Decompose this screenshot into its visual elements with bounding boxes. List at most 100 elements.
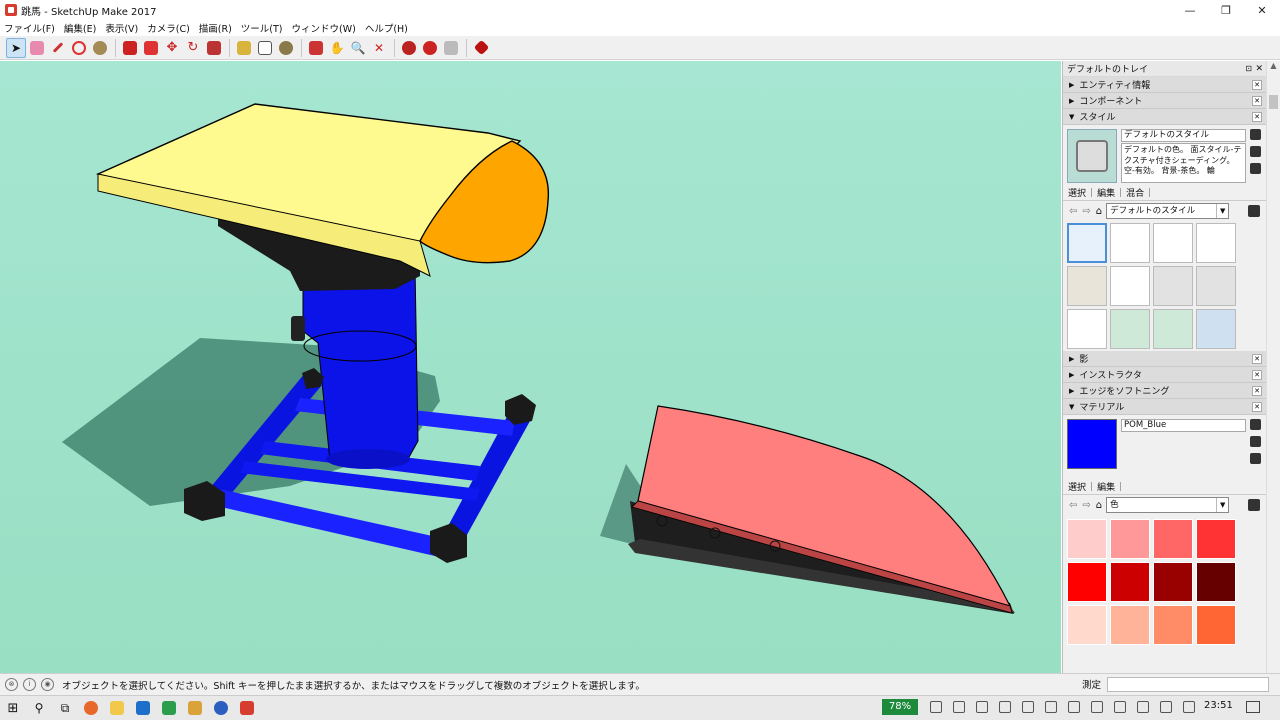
menu-view[interactable]: 表示(V) (105, 21, 138, 35)
section-close-icon[interactable]: ✕ (1252, 402, 1262, 412)
section-close-icon[interactable]: ✕ (1252, 386, 1262, 396)
style-thumb-item[interactable] (1153, 223, 1193, 263)
text-tool-button[interactable] (255, 38, 275, 58)
color-swatch[interactable] (1067, 605, 1107, 645)
section-close-icon[interactable]: ✕ (1252, 354, 1262, 364)
menu-help[interactable]: ヘルプ(H) (365, 21, 408, 35)
create-material-icon[interactable] (1249, 419, 1261, 430)
rotate-tool-button[interactable]: ↻ (183, 38, 203, 58)
display-icon[interactable] (1091, 701, 1103, 713)
share-model-button[interactable] (441, 38, 461, 58)
style-thumb-item[interactable] (1153, 309, 1193, 349)
scale-tool-button[interactable] (204, 38, 224, 58)
tab-select[interactable]: 選択 (1068, 480, 1086, 493)
material-cube-icon[interactable] (1249, 436, 1261, 447)
select-tool-button[interactable]: ➤ (6, 37, 26, 58)
pan-tool-button[interactable]: ✋ (327, 38, 347, 58)
color-swatch[interactable] (1110, 519, 1150, 559)
update-style-icon[interactable] (1249, 129, 1261, 140)
style-description-field[interactable]: デフォルトの色。 面スタイル-テクスチャ付きシェーディング。 空-有効。 背景-… (1121, 143, 1246, 183)
color-swatch[interactable] (1153, 605, 1193, 645)
app-button[interactable] (156, 696, 182, 720)
geo-location-icon[interactable]: ⊗ (5, 678, 18, 691)
zoom-tool-button[interactable]: 🔍 (348, 38, 368, 58)
sketchup-taskbar-button[interactable] (234, 696, 260, 720)
push-pull-tool-button[interactable] (120, 38, 140, 58)
app-button[interactable] (182, 696, 208, 720)
tray-scrollbar[interactable]: ▲ (1266, 61, 1280, 673)
start-button[interactable]: ⊞ (0, 696, 26, 720)
color-swatch[interactable] (1153, 562, 1193, 602)
follow-me-tool-button[interactable] (141, 38, 161, 58)
window-icon[interactable] (999, 701, 1011, 713)
section-close-icon[interactable]: ✕ (1252, 96, 1262, 106)
menu-camera[interactable]: カメラ(C) (147, 21, 190, 35)
tape-measure-tool-button[interactable] (234, 38, 254, 58)
style-thumb-item[interactable] (1067, 266, 1107, 306)
section-close-icon[interactable]: ✕ (1252, 80, 1262, 90)
pen-icon[interactable] (1160, 701, 1172, 713)
section-soften-edges[interactable]: ▶ エッジをソフトニング ✕ (1063, 383, 1266, 399)
notification-icon[interactable] (1246, 701, 1260, 713)
section-close-icon[interactable]: ✕ (1252, 112, 1262, 122)
credits-icon[interactable]: i (23, 678, 36, 691)
style-thumbnail[interactable] (1067, 129, 1117, 183)
style-thumb-item[interactable] (1153, 266, 1193, 306)
pencil-tool-button[interactable] (48, 38, 68, 58)
home-icon[interactable]: ⌂ (1096, 500, 1102, 511)
style-thumb-item[interactable] (1196, 223, 1236, 263)
tab-edit[interactable]: 編集 (1097, 480, 1115, 493)
style-library-select[interactable]: デフォルトのスタイル ▼ (1106, 203, 1230, 219)
back-arrow-icon[interactable]: ⇦ (1069, 206, 1077, 217)
phone-icon[interactable] (930, 701, 942, 713)
home-icon[interactable]: ⌂ (1096, 206, 1102, 217)
volume-icon[interactable] (1137, 701, 1149, 713)
tray-close-button[interactable]: ✕ (1255, 64, 1263, 74)
extension-warehouse-button[interactable] (420, 38, 440, 58)
tab-select[interactable]: 選択 (1068, 186, 1086, 199)
color-swatch[interactable] (1067, 562, 1107, 602)
tray-pin-button[interactable]: ⊡ (1245, 64, 1252, 73)
ruby-console-button[interactable] (471, 38, 491, 58)
section-entity-info[interactable]: ▶ エンティティ情報 ✕ (1063, 77, 1266, 93)
onedrive-icon[interactable] (953, 701, 965, 713)
eraser-tool-button[interactable] (27, 38, 47, 58)
section-close-icon[interactable]: ✕ (1252, 370, 1262, 380)
dropbox-icon[interactable] (1045, 701, 1057, 713)
scroll-up-icon[interactable]: ▲ (1267, 61, 1280, 75)
menu-window[interactable]: ウィンドウ(W) (292, 21, 356, 35)
section-shadows[interactable]: ▶ 影 ✕ (1063, 351, 1266, 367)
scroll-thumb[interactable] (1269, 95, 1278, 109)
material-preview-swatch[interactable] (1067, 419, 1117, 469)
color-swatch[interactable] (1110, 562, 1150, 602)
style-thumb-item[interactable] (1067, 309, 1107, 349)
maximize-button[interactable]: ❐ (1208, 0, 1244, 20)
clock[interactable]: 23:51 (1204, 700, 1233, 711)
material-name-field[interactable]: POM_Blue (1121, 419, 1246, 432)
measure-input[interactable] (1107, 676, 1270, 692)
move-tool-button[interactable]: ✥ (162, 38, 182, 58)
section-instructor[interactable]: ▶ インストラクタ ✕ (1063, 367, 1266, 383)
section-styles[interactable]: ▼ スタイル ✕ (1063, 109, 1266, 125)
arc-tool-button[interactable] (69, 38, 89, 58)
default-material-icon[interactable] (1249, 453, 1261, 464)
font-icon[interactable] (1068, 701, 1080, 713)
circle-tool-button[interactable] (90, 38, 110, 58)
style-name-field[interactable]: デフォルトのスタイル (1121, 129, 1246, 142)
color-swatch[interactable] (1067, 519, 1107, 559)
wifi-icon[interactable] (1114, 701, 1126, 713)
menu-file[interactable]: ファイル(F) (4, 21, 55, 35)
orbit-tool-button[interactable] (306, 38, 326, 58)
section-materials[interactable]: ▼ マテリアル ✕ (1063, 399, 1266, 415)
color-swatch[interactable] (1196, 605, 1236, 645)
input-icon[interactable] (1183, 701, 1195, 713)
search-button[interactable]: ⚲ (26, 696, 52, 720)
style-thumb-item[interactable] (1110, 266, 1150, 306)
mail-button[interactable] (130, 696, 156, 720)
paint-bucket-tool-button[interactable] (276, 38, 296, 58)
color-swatch[interactable] (1153, 519, 1193, 559)
modeling-viewport[interactable] (0, 61, 1061, 673)
app-button[interactable] (208, 696, 234, 720)
forward-arrow-icon[interactable]: ⇨ (1082, 206, 1090, 217)
menu-tools[interactable]: ツール(T) (241, 21, 283, 35)
